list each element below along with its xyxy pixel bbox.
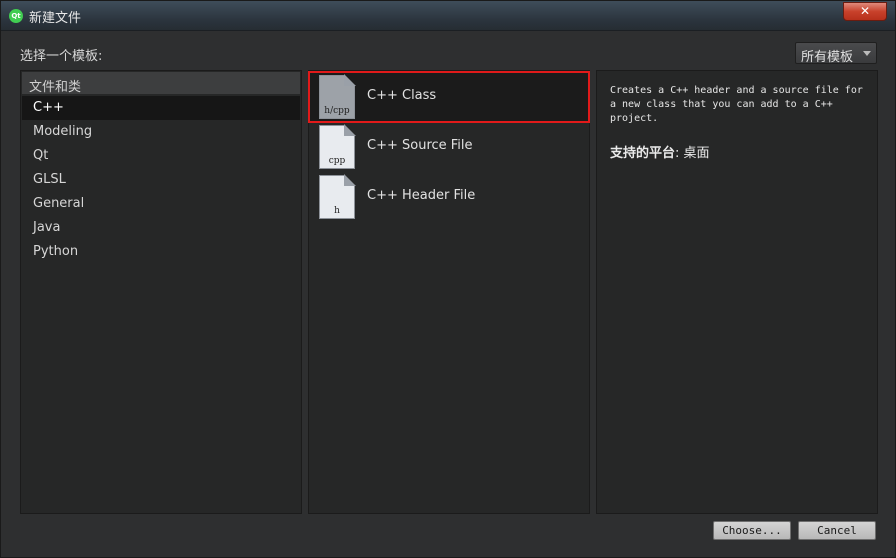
template-list: h/cpp C++ Class cpp C++ Source File h C+… — [308, 70, 590, 514]
category-item-java[interactable]: Java — [22, 216, 300, 240]
category-group-label: 文件和类 — [29, 80, 82, 95]
qt-logo-icon: Qt — [9, 9, 23, 23]
document-icon: h/cpp — [319, 74, 356, 119]
template-label: C++ Source File — [367, 138, 473, 153]
category-item-label: C++ — [33, 100, 64, 115]
category-item-qt[interactable]: Qt — [22, 144, 300, 168]
filter-selected-value: 所有模板 — [801, 50, 854, 65]
document-icon-text: cpp — [328, 156, 346, 166]
template-description: Creates a C++ header and a source file f… — [610, 85, 863, 124]
template-item-cpp-class[interactable]: h/cpp C++ Class — [308, 71, 590, 123]
supported-platforms: 支持的平台: 桌面 — [610, 142, 710, 161]
document-icon: h — [319, 174, 356, 219]
category-item-cpp[interactable]: C++ — [22, 96, 300, 120]
choose-template-label: 选择一个模板: — [20, 49, 103, 64]
category-item-label: GLSL — [33, 172, 66, 187]
platform-label: 支持的平台 — [610, 146, 676, 161]
cancel-button[interactable]: Cancel — [798, 521, 876, 540]
category-item-label: Modeling — [33, 124, 93, 139]
category-list: 文件和类 C++ Modeling Qt GLSL General Java P… — [20, 70, 302, 514]
chevron-down-icon — [863, 51, 871, 56]
template-item-cpp-header[interactable]: h C++ Header File — [310, 173, 588, 221]
template-label: C++ Header File — [367, 188, 476, 203]
category-group-header: 文件和类 — [22, 72, 300, 95]
window-title: 新建文件 — [29, 11, 82, 26]
title-bar[interactable]: Qt 新建文件 ✕ — [1, 1, 895, 31]
category-item-modeling[interactable]: Modeling — [22, 120, 300, 144]
template-item-cpp-source[interactable]: cpp C++ Source File — [310, 123, 588, 171]
document-icon-text: h — [334, 206, 340, 216]
category-item-label: Java — [33, 220, 61, 235]
category-item-label: Python — [33, 244, 79, 259]
platform-value: : 桌面 — [675, 146, 710, 161]
category-item-python[interactable]: Python — [22, 240, 300, 264]
category-item-label: General — [33, 196, 85, 211]
category-item-glsl[interactable]: GLSL — [22, 168, 300, 192]
document-icon-text: h/cpp — [324, 106, 350, 116]
category-item-general[interactable]: General — [22, 192, 300, 216]
template-filter-select[interactable]: 所有模板 — [795, 42, 877, 65]
choose-button[interactable]: Choose... — [713, 521, 791, 540]
new-file-dialog: Qt 新建文件 ✕ 选择一个模板: 所有模板 文件和类 C++ Modeling… — [0, 0, 896, 558]
template-label: C++ Class — [367, 88, 437, 103]
document-icon: cpp — [319, 124, 356, 169]
close-button[interactable]: ✕ — [843, 2, 887, 21]
template-description-panel: Creates a C++ header and a source file f… — [596, 70, 878, 514]
category-item-label: Qt — [33, 148, 49, 163]
